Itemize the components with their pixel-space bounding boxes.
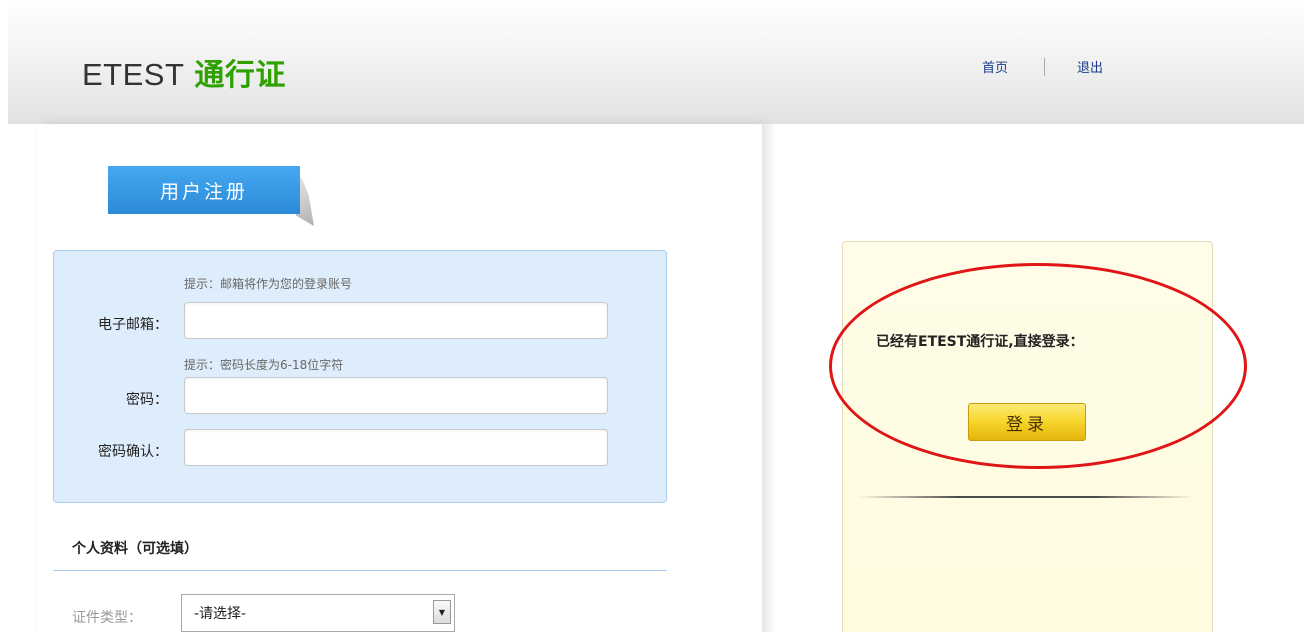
email-field[interactable] bbox=[184, 302, 608, 339]
page-header: ETEST 通行证 bbox=[8, 0, 1304, 124]
nav-home-link[interactable]: 首页 bbox=[982, 57, 1008, 76]
login-button[interactable]: 登录 bbox=[968, 403, 1086, 441]
password-confirm-field[interactable] bbox=[184, 429, 608, 466]
register-tab-title: 用户注册 bbox=[108, 166, 300, 214]
password-hint: 提示：密码长度为6-18位字符 bbox=[184, 358, 344, 372]
id-type-selected-value: -请选择- bbox=[194, 606, 247, 622]
nav-logout-link[interactable]: 退出 bbox=[1077, 57, 1103, 76]
chevron-down-icon[interactable]: ▼ bbox=[433, 600, 451, 624]
nav-separator bbox=[1044, 57, 1046, 76]
logo-brand-suffix: 通行证 bbox=[194, 59, 286, 92]
password-confirm-label: 密码确认： bbox=[98, 444, 168, 460]
personal-info-title: 个人资料（可选填） bbox=[72, 541, 198, 557]
email-label: 电子邮箱： bbox=[98, 317, 168, 333]
email-hint: 提示：邮箱将作为您的登录账号 bbox=[184, 277, 353, 291]
id-type-label: 证件类型： bbox=[72, 610, 142, 626]
login-prompt: 已经有ETEST通行证,直接登录： bbox=[876, 334, 1084, 350]
site-logo[interactable]: ETEST 通行证 bbox=[82, 50, 286, 94]
login-card-divider bbox=[858, 496, 1194, 498]
password-label: 密码： bbox=[126, 392, 168, 408]
logo-brand-prefix: ETEST bbox=[82, 57, 185, 92]
top-nav: 首页 退出 bbox=[982, 57, 1103, 76]
id-type-select[interactable]: -请选择- ▼ bbox=[181, 594, 455, 632]
personal-info-divider bbox=[53, 570, 667, 571]
password-field[interactable] bbox=[184, 377, 608, 414]
panel-divider bbox=[762, 124, 776, 632]
